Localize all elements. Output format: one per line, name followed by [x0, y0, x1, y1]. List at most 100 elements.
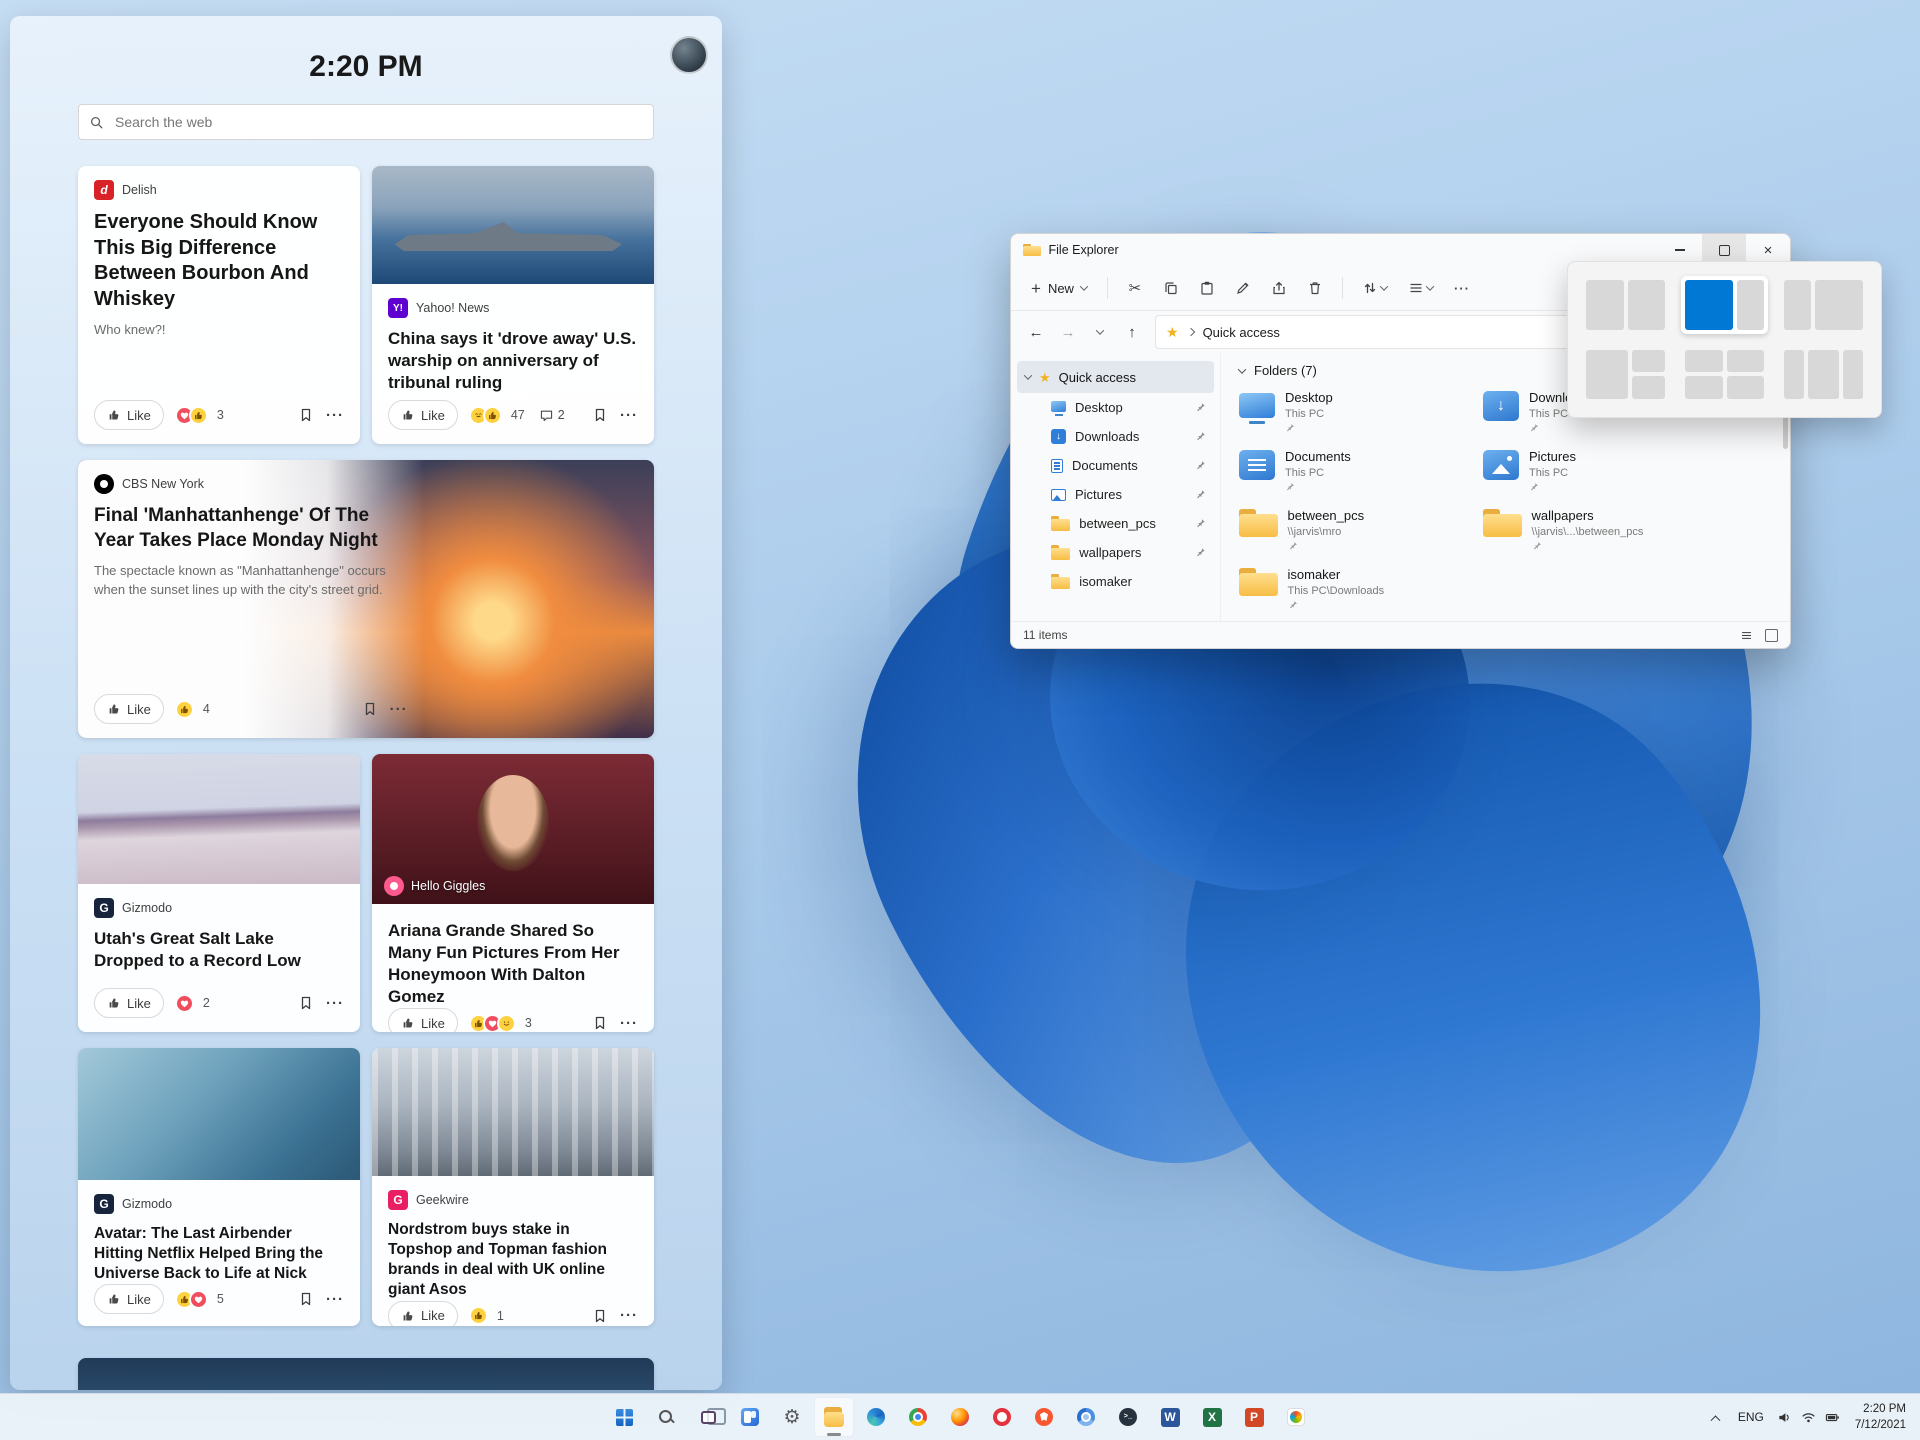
taskbar-chromium-button[interactable] — [1066, 1397, 1106, 1437]
taskbar-widgets-button[interactable] — [730, 1397, 770, 1437]
taskbar-firefox-button[interactable] — [940, 1397, 980, 1437]
reaction-badges[interactable] — [175, 1290, 208, 1309]
snap-pane[interactable] — [1843, 350, 1863, 400]
sidebar-item-downloads[interactable]: Downloads — [1017, 422, 1214, 451]
snap-pane[interactable] — [1685, 350, 1723, 373]
snap-layout-left-half-right-stacked[interactable] — [1582, 346, 1669, 404]
view-button[interactable] — [1399, 272, 1443, 304]
snap-layout-right-two-thirds[interactable] — [1780, 276, 1867, 334]
snap-pane[interactable] — [1737, 280, 1764, 330]
like-button[interactable]: Like — [94, 694, 164, 724]
taskbar-start-button[interactable] — [604, 1397, 644, 1437]
news-card[interactable]: G Gizmodo Utah's Great Salt Lake Dropped… — [78, 754, 360, 1032]
share-button[interactable] — [1262, 272, 1296, 304]
taskbar-excel-button[interactable]: X — [1192, 1397, 1232, 1437]
search-input[interactable] — [113, 113, 643, 131]
volume-button[interactable] — [1773, 1401, 1797, 1433]
language-indicator[interactable]: ENG — [1731, 1410, 1771, 1424]
snap-pane[interactable] — [1808, 350, 1840, 400]
bookmark-button[interactable] — [592, 1015, 608, 1031]
like-button[interactable]: Like — [388, 1008, 458, 1032]
bookmark-button[interactable] — [362, 701, 378, 717]
taskbar-file-explorer-button[interactable] — [814, 1397, 854, 1437]
taskbar-opera-button[interactable] — [982, 1397, 1022, 1437]
sidebar-item-pictures[interactable]: Pictures — [1017, 480, 1214, 509]
card-more-button[interactable] — [620, 1307, 638, 1324]
widgets-profile-avatar[interactable] — [670, 36, 708, 74]
network-button[interactable] — [1797, 1401, 1821, 1433]
back-button[interactable] — [1021, 317, 1051, 347]
snap-layout-left-two-thirds[interactable] — [1681, 276, 1768, 334]
taskbar-search-button[interactable] — [646, 1397, 686, 1437]
news-card[interactable]: Y! Yahoo! News China says it 'drove away… — [372, 166, 654, 444]
snap-pane[interactable] — [1727, 376, 1765, 399]
like-button[interactable]: Like — [94, 988, 164, 1018]
snap-pane[interactable] — [1632, 376, 1665, 399]
taskbar-word-button[interactable]: W — [1150, 1397, 1190, 1437]
news-card[interactable]: Hello Giggles Ariana Grande Shared So Ma… — [372, 754, 654, 1032]
taskbar-photos-button[interactable] — [1276, 1397, 1316, 1437]
snap-pane[interactable] — [1815, 280, 1863, 330]
card-more-button[interactable] — [620, 1015, 638, 1032]
sidebar-item-documents[interactable]: Documents — [1017, 451, 1214, 480]
reaction-badges[interactable] — [175, 406, 208, 425]
taskbar-settings-button[interactable]: ⚙ — [772, 1397, 812, 1437]
snap-pane[interactable] — [1685, 376, 1723, 399]
folder-item-between-pcs[interactable]: between_pcs \\jarvis\mro — [1239, 508, 1457, 567]
card-more-button[interactable] — [326, 1291, 344, 1308]
taskbar-edge-button[interactable] — [856, 1397, 896, 1437]
clock[interactable]: 2:20 PM 7/12/2021 — [1847, 1401, 1914, 1433]
sidebar-item-isomaker[interactable]: isomaker — [1017, 567, 1214, 596]
news-card[interactable]: d Delish Everyone Should Know This Big D… — [78, 166, 360, 444]
card-more-button[interactable] — [326, 407, 344, 424]
tray-overflow-button[interactable] — [1703, 1401, 1729, 1433]
snap-layout-four-quadrants[interactable] — [1681, 346, 1768, 404]
card-more-button[interactable] — [390, 701, 408, 718]
forward-button[interactable] — [1053, 317, 1083, 347]
taskbar-powerpoint-button[interactable]: P — [1234, 1397, 1274, 1437]
sidebar-item-desktop[interactable]: Desktop — [1017, 393, 1214, 422]
sidebar-item-quick-access[interactable]: ★ Quick access — [1017, 361, 1214, 393]
reaction-badges[interactable] — [469, 1306, 488, 1325]
like-button[interactable]: Like — [94, 1284, 164, 1314]
card-more-button[interactable] — [326, 995, 344, 1012]
rename-button[interactable] — [1226, 272, 1260, 304]
copy-button[interactable] — [1154, 272, 1188, 304]
like-button[interactable]: Like — [94, 400, 164, 430]
snap-pane[interactable] — [1586, 280, 1624, 330]
snap-pane[interactable] — [1632, 350, 1665, 373]
up-button[interactable] — [1117, 317, 1147, 347]
comments[interactable]: 2 — [539, 408, 565, 423]
news-card-partial[interactable] — [78, 1358, 654, 1390]
snap-pane[interactable] — [1784, 280, 1811, 330]
taskbar-chrome-button[interactable] — [898, 1397, 938, 1437]
large-icons-view-button[interactable] — [1765, 629, 1778, 642]
snap-pane[interactable] — [1685, 280, 1733, 330]
folder-item-isomaker[interactable]: isomaker This PC\Downloads — [1239, 567, 1457, 621]
sidebar-item-wallpapers[interactable]: wallpapers — [1017, 538, 1214, 567]
delete-button[interactable] — [1298, 272, 1332, 304]
bookmark-button[interactable] — [298, 407, 314, 423]
card-more-button[interactable] — [620, 407, 638, 424]
like-button[interactable]: Like — [388, 1301, 458, 1326]
snap-pane[interactable] — [1628, 280, 1666, 330]
sidebar-item-between-pcs[interactable]: between_pcs — [1017, 509, 1214, 538]
cut-button[interactable] — [1118, 272, 1152, 304]
paste-button[interactable] — [1190, 272, 1224, 304]
folder-item-wallpapers[interactable]: wallpapers \\jarvis\...\between_pcs — [1483, 508, 1701, 567]
snap-pane[interactable] — [1784, 350, 1804, 400]
taskbar-terminal-button[interactable] — [1108, 1397, 1148, 1437]
news-card[interactable]: G Gizmodo Avatar: The Last Airbender Hit… — [78, 1048, 360, 1326]
snap-pane[interactable] — [1727, 350, 1765, 373]
details-view-button[interactable] — [1740, 629, 1753, 642]
taskbar-brave-button[interactable] — [1024, 1397, 1064, 1437]
web-search-bar[interactable] — [78, 104, 654, 140]
bookmark-button[interactable] — [298, 995, 314, 1011]
snap-layout-two-equal-columns[interactable] — [1582, 276, 1669, 334]
snap-layout-three-columns[interactable] — [1780, 346, 1867, 404]
like-button[interactable]: Like — [388, 400, 458, 430]
folder-item-pictures[interactable]: Pictures This PC — [1483, 449, 1701, 508]
folder-item-desktop[interactable]: Desktop This PC — [1239, 390, 1457, 449]
bookmark-button[interactable] — [592, 407, 608, 423]
sort-button[interactable] — [1353, 272, 1397, 304]
